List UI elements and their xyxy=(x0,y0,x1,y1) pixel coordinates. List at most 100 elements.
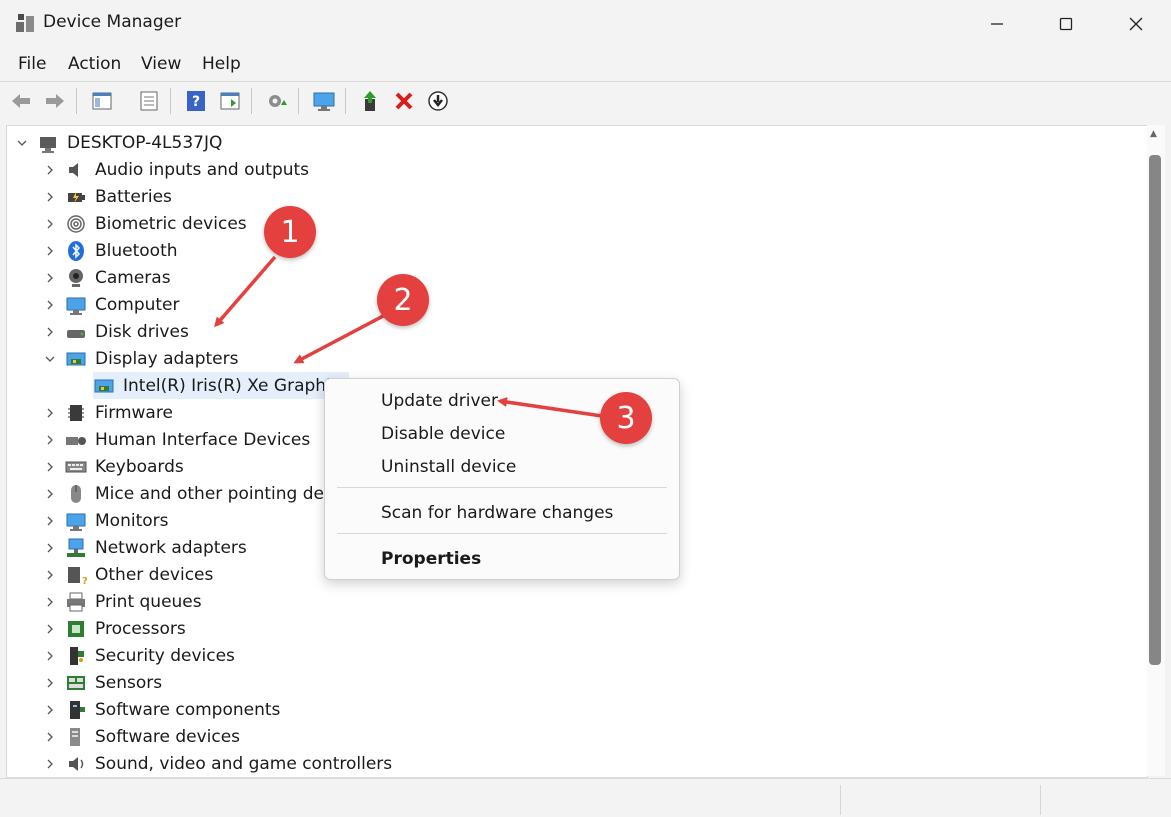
svg-text:?: ? xyxy=(192,94,200,110)
tree-category[interactable]: Audio inputs and outputs xyxy=(43,156,309,183)
expand-toggle[interactable] xyxy=(43,433,57,447)
tree-category[interactable]: Security devices xyxy=(43,642,235,669)
tree-item-label: Computer xyxy=(95,294,180,315)
minimize-button[interactable] xyxy=(962,0,1032,48)
help-button[interactable]: ? xyxy=(183,88,209,114)
chevron-right-icon xyxy=(47,327,53,336)
tree-category[interactable]: Software components xyxy=(43,696,280,723)
sound-icon xyxy=(65,753,87,775)
tree-category[interactable]: Network adapters xyxy=(43,534,247,561)
menu-view[interactable]: View xyxy=(141,54,181,74)
tree-category[interactable]: Keyboards xyxy=(43,453,184,480)
expand-toggle[interactable] xyxy=(43,163,57,177)
expand-toggle[interactable] xyxy=(43,298,57,312)
expand-toggle[interactable] xyxy=(43,541,57,555)
scroll-up-icon[interactable]: ▲ xyxy=(1150,129,1157,139)
expand-toggle[interactable] xyxy=(43,460,57,474)
menu-file[interactable]: File xyxy=(18,54,46,74)
annotation-badge-1: 1 xyxy=(264,206,316,258)
expand-toggle[interactable] xyxy=(43,271,57,285)
chevron-right-icon xyxy=(47,192,53,201)
back-button[interactable] xyxy=(8,88,34,114)
tree-category[interactable]: ? Other devices xyxy=(43,561,213,588)
expand-toggle[interactable] xyxy=(43,676,57,690)
tree-category[interactable]: Firmware xyxy=(43,399,173,426)
tree-category[interactable]: Cameras xyxy=(43,264,171,291)
tree-category[interactable]: Sound, video and game controllers xyxy=(43,750,392,777)
tree-item-label: Network adapters xyxy=(95,537,247,558)
expand-toggle[interactable] xyxy=(43,649,57,663)
expand-toggle[interactable] xyxy=(43,730,57,744)
scroll-thumb[interactable] xyxy=(1149,155,1161,665)
ctx-update-driver[interactable]: Update driver xyxy=(381,391,498,411)
annotation-badge-2: 2 xyxy=(377,274,429,326)
expand-toggle[interactable] xyxy=(15,136,29,150)
expand-toggle[interactable] xyxy=(43,703,57,717)
tree-item-label: Biometric devices xyxy=(95,213,247,234)
tree-category[interactable]: Monitors xyxy=(43,507,168,534)
vertical-scrollbar[interactable]: ▲ xyxy=(1147,125,1165,776)
fingerprint-icon xyxy=(65,213,87,235)
tree-category[interactable]: Bluetooth xyxy=(43,237,178,264)
expand-toggle[interactable] xyxy=(43,217,57,231)
ctx-disable-device[interactable]: Disable device xyxy=(381,424,505,444)
tree-category[interactable]: Print queues xyxy=(43,588,202,615)
disable-device-button[interactable] xyxy=(425,88,451,114)
expand-toggle[interactable] xyxy=(43,622,57,636)
tree-category[interactable]: Computer xyxy=(43,291,180,318)
chevron-right-icon xyxy=(47,543,53,552)
toolbar-separator xyxy=(298,88,299,114)
chevron-down-icon xyxy=(45,356,55,362)
tree-category[interactable]: Batteries xyxy=(43,183,172,210)
tree-item-label: Software components xyxy=(95,699,281,720)
add-legacy-hardware-button[interactable] xyxy=(311,88,337,114)
tree-category[interactable]: Software devices xyxy=(43,723,240,750)
maximize-button[interactable] xyxy=(1031,0,1101,48)
action-view-icon xyxy=(220,92,240,110)
ctx-scan-hardware[interactable]: Scan for hardware changes xyxy=(381,503,613,523)
security-icon xyxy=(65,645,87,667)
scan-hardware-button[interactable] xyxy=(264,88,290,114)
expand-toggle[interactable] xyxy=(43,406,57,420)
expand-toggle[interactable] xyxy=(43,568,57,582)
action-view-button[interactable] xyxy=(217,88,243,114)
menu-help[interactable]: Help xyxy=(202,54,241,74)
show-hide-console-tree-button[interactable] xyxy=(89,88,115,114)
tree-device-item[interactable]: Intel(R) Iris(R) Xe Graphics xyxy=(93,372,349,399)
tree-root[interactable]: DESKTOP-4L537JQ xyxy=(15,129,222,156)
tree-category[interactable]: Mice and other pointing dev xyxy=(43,480,334,507)
expand-toggle[interactable] xyxy=(43,325,57,339)
expand-toggle[interactable] xyxy=(43,487,57,501)
properties-button[interactable] xyxy=(136,88,162,114)
battery-icon xyxy=(65,186,87,208)
ctx-uninstall-device[interactable]: Uninstall device xyxy=(381,457,516,477)
expand-toggle[interactable] xyxy=(43,514,57,528)
close-button[interactable] xyxy=(1101,0,1171,48)
forward-arrow-icon xyxy=(46,94,64,108)
tree-category[interactable]: Disk drives xyxy=(43,318,189,345)
menu-action[interactable]: Action xyxy=(68,54,121,74)
ctx-properties[interactable]: Properties xyxy=(381,549,481,569)
tree-category[interactable]: Sensors xyxy=(43,669,162,696)
expand-toggle[interactable] xyxy=(43,190,57,204)
menu-bar: File Action View Help xyxy=(0,48,1171,80)
chevron-right-icon xyxy=(47,489,53,498)
expand-toggle[interactable] xyxy=(43,595,57,609)
update-driver-button[interactable] xyxy=(358,88,384,114)
forward-button[interactable] xyxy=(42,88,68,114)
tree-category[interactable]: Processors xyxy=(43,615,186,642)
tree-category[interactable]: Biometric devices xyxy=(43,210,247,237)
expand-toggle[interactable] xyxy=(43,352,57,366)
chip-icon xyxy=(65,402,87,424)
device-manager-icon xyxy=(14,12,36,34)
tree-category[interactable]: Display adapters xyxy=(43,345,238,372)
expand-toggle[interactable] xyxy=(43,757,57,771)
mouse-icon xyxy=(65,483,87,505)
keyboard-icon xyxy=(65,456,87,478)
uninstall-device-button[interactable] xyxy=(391,88,417,114)
maximize-icon xyxy=(1059,17,1073,31)
chevron-right-icon xyxy=(47,678,53,687)
tree-category[interactable]: Human Interface Devices xyxy=(43,426,310,453)
chevron-right-icon xyxy=(47,651,53,660)
expand-toggle[interactable] xyxy=(43,244,57,258)
